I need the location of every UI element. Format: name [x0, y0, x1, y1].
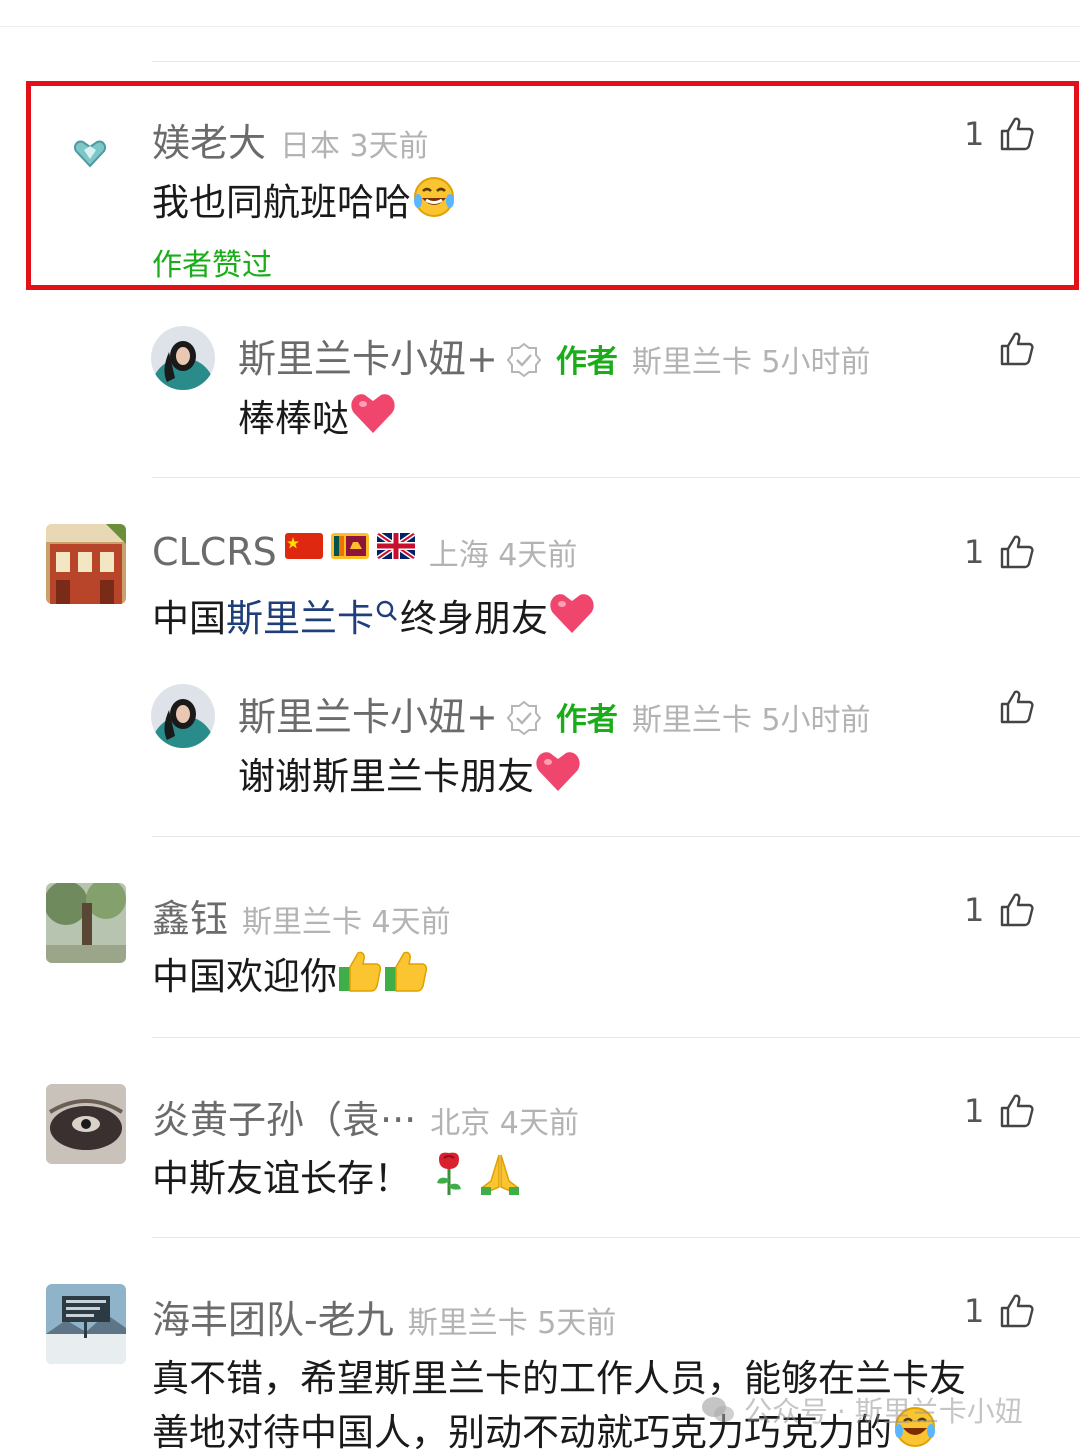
thumbs-up-emoji-icon [337, 949, 383, 1002]
comment-header: 炎黄子孙（袁··· 北京 4天前 [152, 1089, 579, 1144]
comment-text-content: 中斯友谊长存！ [152, 1157, 411, 1200]
thumbs-up-icon [1001, 893, 1034, 927]
commenter-name[interactable]: 鑫钰 [152, 888, 228, 943]
like-button[interactable]: 1 [964, 533, 1036, 571]
search-icon[interactable] [374, 590, 400, 633]
commenter-name[interactable]: 海丰团队-老九 [152, 1289, 394, 1344]
watermark-text: 公众号 · 斯里兰卡小妞 [744, 1395, 1023, 1428]
comment-text: 谢谢斯里兰卡朋友 [238, 746, 582, 805]
watermark: 公众号 · 斯里兰卡小妞 [700, 1390, 1023, 1430]
verified-badge-icon [506, 700, 542, 736]
divider [152, 1037, 1080, 1038]
praying-hands-emoji-icon [477, 1151, 523, 1204]
avatar[interactable] [46, 524, 126, 604]
comment-text: 中国欢迎你 [152, 946, 429, 1005]
commenter-name[interactable]: CLCRS [152, 530, 277, 574]
wechat-icon [702, 1397, 734, 1422]
heart-emoji-icon [349, 391, 397, 444]
comment-text: 中国斯里兰卡 终身朋友 [152, 588, 596, 647]
comment-text: 中斯友谊长存！ [152, 1148, 523, 1209]
like-count: 1 [964, 533, 985, 571]
commenter-name[interactable]: 炎黄子孙（袁··· [152, 1089, 416, 1144]
thumbs-up-icon [1001, 1094, 1034, 1128]
comment-meta: 北京 4天前 [430, 1106, 579, 1141]
like-button[interactable]: 1 [964, 1292, 1036, 1330]
comment-header: CLCRS 上海 4天前 [152, 530, 577, 574]
like-button[interactable] [998, 688, 1036, 726]
author-tag: 作者 [555, 344, 618, 380]
uk-flag-icon [376, 533, 415, 559]
commenter-name[interactable]: 斯里兰卡小妞+ [238, 328, 498, 383]
like-count: 1 [964, 891, 985, 929]
like-button[interactable] [998, 330, 1036, 368]
sri-lanka-flag-icon [330, 533, 369, 559]
avatar[interactable] [46, 1084, 126, 1164]
comment-header: 鑫钰 斯里兰卡 4天前 [152, 888, 451, 943]
comment-text-content: 中国欢迎你 [152, 955, 337, 998]
reply-header: 斯里兰卡小妞+ 作者 斯里兰卡 5小时前 [238, 328, 870, 383]
avatar[interactable] [151, 326, 215, 390]
keyword-search-link[interactable]: 斯里兰卡 [226, 597, 374, 640]
comment-meta: 上海 4天前 [428, 538, 578, 573]
reply-header: 斯里兰卡小妞+ 作者 斯里兰卡 5小时前 [238, 686, 870, 741]
highlight-box [26, 81, 1079, 290]
like-button[interactable]: 1 [964, 891, 1036, 929]
divider [152, 61, 1080, 62]
divider [152, 836, 1080, 837]
heart-emoji-icon [548, 591, 596, 644]
thumbs-up-icon [1000, 332, 1034, 366]
commenter-name[interactable]: 斯里兰卡小妞+ [238, 686, 498, 741]
thumbs-up-icon [1000, 690, 1034, 724]
author-tag: 作者 [555, 702, 618, 738]
comment-header: 海丰团队-老九 斯里兰卡 5天前 [152, 1289, 616, 1344]
like-button[interactable]: 1 [964, 1092, 1036, 1130]
thumbs-up-icon [1001, 1294, 1034, 1328]
avatar[interactable] [151, 684, 215, 748]
comment-text-content: 中国 [152, 597, 226, 640]
thumbs-up-emoji-icon [383, 949, 429, 1002]
like-count: 1 [964, 1292, 985, 1330]
comment-text: 棒棒哒 [238, 388, 397, 447]
comment-meta: 斯里兰卡 5天前 [407, 1306, 617, 1341]
comment-meta: 斯里兰卡 5小时前 [631, 345, 871, 380]
avatar[interactable] [46, 1284, 126, 1364]
rose-emoji-icon [431, 1149, 467, 1206]
verified-badge-icon [506, 342, 542, 378]
comment-meta: 斯里兰卡 5小时前 [631, 703, 871, 738]
like-count: 1 [964, 1092, 985, 1130]
china-flag-icon [284, 533, 323, 559]
divider [152, 1237, 1080, 1238]
thumbs-up-icon [1001, 535, 1034, 569]
comment-text-content: 终身朋友 [400, 597, 548, 640]
comment-text-content: 谢谢斯里兰卡朋友 [238, 755, 534, 798]
comment-text-content: 棒棒哒 [238, 397, 349, 440]
avatar[interactable] [46, 883, 126, 963]
divider [152, 477, 1080, 478]
comment-meta: 斯里兰卡 4天前 [242, 905, 451, 940]
heart-emoji-icon [534, 749, 582, 802]
top-divider [0, 26, 1080, 27]
